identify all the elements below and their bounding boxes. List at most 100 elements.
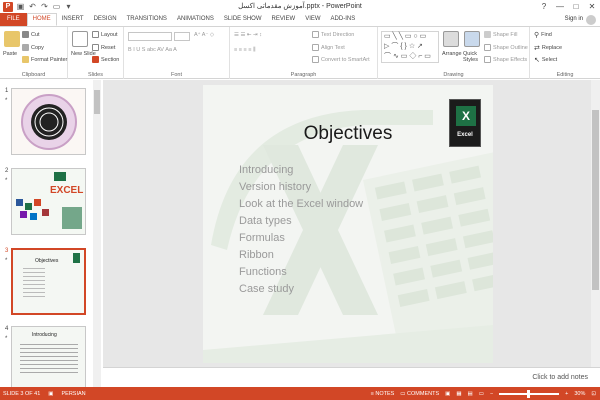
comments-toggle[interactable]: ▭ COMMENTS xyxy=(400,391,439,397)
font-format-buttons[interactable]: B I U S abc AV Aa A xyxy=(128,47,177,53)
tab-file[interactable]: FILE xyxy=(0,13,27,26)
replace-label: Replace xyxy=(541,45,563,51)
maximize-button[interactable]: □ xyxy=(568,0,584,13)
scrollbar-thumb[interactable] xyxy=(94,90,100,114)
present-icon[interactable]: ▭ xyxy=(52,2,61,11)
bullet-lines xyxy=(23,268,45,298)
zoom-slider[interactable] xyxy=(499,389,560,398)
arrange-button[interactable]: Arrange xyxy=(442,51,462,57)
fill-bucket-icon xyxy=(484,31,491,38)
save-icon[interactable]: ▣ xyxy=(16,2,25,11)
shape-outline-button[interactable]: Shape Outline xyxy=(484,44,528,51)
excel-logo-icon[interactable]: X Excel xyxy=(449,99,481,147)
notes-toggle-label: NOTES xyxy=(375,390,395,397)
align-text-button[interactable]: Align Text xyxy=(312,44,345,51)
alignment-buttons[interactable]: ≡ ≡ ≡ ≡ ⫼ xyxy=(234,47,255,54)
quick-styles-button[interactable]: Quick Styles xyxy=(463,51,485,63)
font-name-field[interactable] xyxy=(128,32,172,41)
sign-in-label: Sign in xyxy=(564,16,583,22)
cut-button[interactable]: Cut xyxy=(22,31,40,38)
new-slide-icon[interactable] xyxy=(72,31,88,47)
tab-review[interactable]: REVIEW xyxy=(267,13,301,26)
shape-effects-button[interactable]: Shape Effects xyxy=(484,56,527,63)
zoom-in-icon[interactable]: + xyxy=(565,391,568,397)
text-direction-button[interactable]: Text Direction xyxy=(312,31,354,38)
zoom-out-icon[interactable]: − xyxy=(490,391,493,397)
notes-toggle[interactable]: ≡ NOTES xyxy=(371,391,395,397)
paste-button[interactable]: Paste xyxy=(3,51,17,57)
quick-styles-icon[interactable] xyxy=(464,31,480,47)
slide-sorter-icon[interactable]: ▦ xyxy=(456,391,461,397)
editing-group: ⚲ Find ⇄ Replace ↖ Select Editing xyxy=(530,27,600,79)
find-button[interactable]: ⚲ Find xyxy=(534,31,552,39)
tab-transitions[interactable]: TRANSITIONS xyxy=(122,13,172,26)
replace-button[interactable]: ⇄ Replace xyxy=(534,44,562,52)
slide-scrollbar[interactable] xyxy=(591,80,600,367)
bullet-item: Introducing xyxy=(239,164,294,176)
select-label: Select xyxy=(541,57,558,63)
zoom-slider-thumb[interactable] xyxy=(527,389,531,398)
thumbnail-slide-4[interactable]: Introducing xyxy=(11,326,86,393)
slide-show-icon[interactable]: ▭ xyxy=(479,391,484,397)
paste-icon[interactable] xyxy=(4,31,20,47)
list-buttons[interactable]: ☰ ☰ ⇤ ⇥ ↕ xyxy=(234,32,262,38)
ribbon-tabs: FILE HOME INSERT DESIGN TRANSITIONS ANIM… xyxy=(0,13,600,26)
fit-slide-icon[interactable]: ⊡ xyxy=(591,391,596,397)
minimize-button[interactable]: — xyxy=(552,0,568,13)
paragraph-group: ☰ ☰ ⇤ ⇥ ↕ ≡ ≡ ≡ ≡ ⫼ Text Direction Align… xyxy=(230,27,378,79)
help-button[interactable]: ? xyxy=(536,0,552,13)
editing-label: Editing xyxy=(556,72,574,78)
thumbnail-slide-1[interactable] xyxy=(11,88,86,155)
copy-button[interactable]: Copy xyxy=(22,44,44,51)
thumbnail-slide-2[interactable]: EXCEL xyxy=(11,168,86,235)
powerpoint-logo-icon[interactable]: P xyxy=(3,1,13,12)
tab-home[interactable]: HOME xyxy=(26,13,57,26)
arrange-icon[interactable] xyxy=(443,31,459,47)
drawing-group: ▭ ╲ ╲ ▭ ○ ▭ ▷ ⌒ { } ☆ ↗ ⌒ ∿ ▭ ◇ ⌐ ▭ Arrang… xyxy=(378,27,530,79)
comments-toggle-label: COMMENTS xyxy=(407,390,440,397)
tab-add-ins[interactable]: ADD-INS xyxy=(326,13,361,26)
select-button[interactable]: ↖ Select xyxy=(534,56,557,64)
format-painter-button[interactable]: Format Painter xyxy=(22,56,67,63)
window-title: آموزش مقدماتی اکسل.pptx - PowerPoint xyxy=(238,3,362,10)
reading-view-icon[interactable]: ▤ xyxy=(468,391,473,397)
quick-access-toolbar: P ▣ ↶ ↷ ▭ ▾ xyxy=(0,1,73,12)
proofing-icon[interactable]: ▣ xyxy=(48,391,53,397)
bullet-list[interactable]: Introducing Version history Look at the … xyxy=(239,162,363,298)
font-size-field[interactable] xyxy=(174,32,190,41)
language-indicator[interactable]: PERSIAN xyxy=(62,391,86,397)
zoom-level[interactable]: 30% xyxy=(574,391,585,397)
drawing-label: Drawing xyxy=(443,72,464,78)
tab-insert[interactable]: INSERT xyxy=(57,13,89,26)
redo-icon[interactable]: ↷ xyxy=(40,2,49,11)
calligraphy-emblem-icon xyxy=(12,89,85,154)
body-text-lines xyxy=(20,344,78,374)
customize-toolbar-icon[interactable]: ▾ xyxy=(64,2,73,11)
shapes-gallery[interactable]: ▭ ╲ ╲ ▭ ○ ▭ ▷ ⌒ { } ☆ ↗ ⌒ ∿ ▭ ◇ ⌐ ▭ xyxy=(381,31,439,63)
current-slide[interactable]: Objectives Introducing Version history L… xyxy=(203,85,493,363)
tab-view[interactable]: VIEW xyxy=(300,13,325,26)
tab-slide-show[interactable]: SLIDE SHOW xyxy=(219,13,267,26)
shape-fill-button[interactable]: Shape Fill xyxy=(484,31,517,38)
bullet-item: Case study xyxy=(239,283,295,295)
notes-pane[interactable]: Click to add notes xyxy=(103,367,600,387)
undo-icon[interactable]: ↶ xyxy=(28,2,37,11)
close-button[interactable]: ✕ xyxy=(584,0,600,13)
excel-x-letter: X xyxy=(456,106,476,126)
layout-button[interactable]: Layout xyxy=(92,31,118,38)
layout-label: Layout xyxy=(101,31,118,38)
thumbnail-slide-3[interactable]: Objectives xyxy=(11,248,86,315)
convert-smartart-button[interactable]: Convert to SmartArt xyxy=(312,56,370,63)
tab-design[interactable]: DESIGN xyxy=(89,13,122,26)
scrollbar-thumb[interactable] xyxy=(592,110,599,290)
sign-in[interactable]: Sign in xyxy=(565,13,596,26)
bullet-item: Ribbon xyxy=(239,249,274,261)
thumbnail-scrollbar[interactable] xyxy=(93,80,101,387)
text-direction-icon xyxy=(312,31,319,38)
grow-font-icon[interactable]: A⁺ A⁻ ◇ xyxy=(194,32,214,38)
reset-button[interactable]: Reset xyxy=(92,44,115,51)
normal-view-icon[interactable]: ▣ xyxy=(445,391,450,397)
tab-animations[interactable]: ANIMATIONS xyxy=(172,13,219,26)
section-button[interactable]: Section xyxy=(92,56,119,63)
bullet-item: Data types xyxy=(239,215,292,227)
